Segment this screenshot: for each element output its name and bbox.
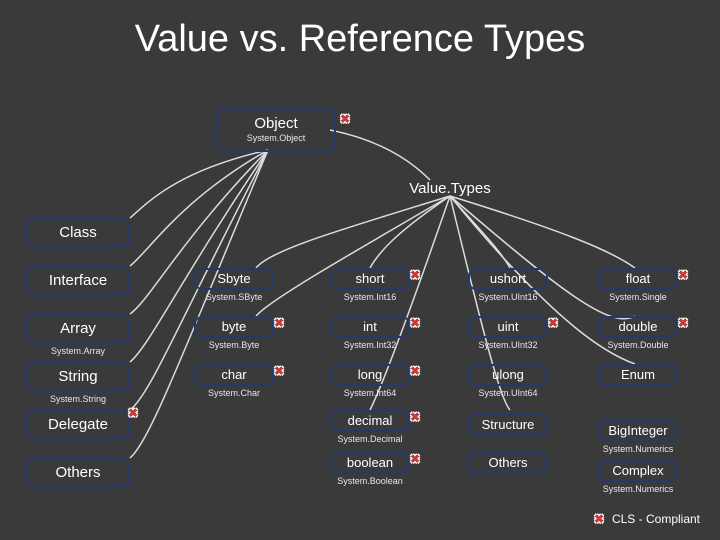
node-string: String bbox=[26, 362, 130, 392]
node-complex: Complex bbox=[598, 460, 678, 482]
node-others-ref: Others bbox=[26, 458, 130, 488]
node-sbyte-system: System.SByte bbox=[194, 292, 274, 302]
node-short: short bbox=[330, 268, 410, 290]
node-enum: Enum bbox=[598, 364, 678, 386]
node-ulong: ulong bbox=[468, 364, 548, 386]
cross-icon: ✖ bbox=[126, 406, 140, 420]
cross-icon: ✖ bbox=[546, 316, 560, 330]
node-class: Class bbox=[26, 218, 130, 248]
node-char-system: System.Char bbox=[194, 388, 274, 398]
node-sbyte: Sbyte bbox=[194, 268, 274, 290]
node-ushort: ushort bbox=[468, 268, 548, 290]
node-array: Array bbox=[26, 314, 130, 344]
node-object-name: Object bbox=[254, 116, 297, 133]
node-float: float bbox=[598, 268, 678, 290]
node-structure: Structure bbox=[468, 414, 548, 436]
node-short-system: System.Int16 bbox=[330, 292, 410, 302]
cross-icon: ✖ bbox=[408, 364, 422, 378]
node-object: Object System.Object bbox=[216, 108, 336, 152]
cross-icon: ✖ bbox=[408, 268, 422, 282]
node-delegate: Delegate bbox=[26, 410, 130, 440]
node-array-system: System.Array bbox=[26, 346, 130, 356]
node-biginteger: BigInteger bbox=[598, 420, 678, 442]
value-types-header: Value.Types bbox=[360, 180, 540, 197]
node-double-system: System.Double bbox=[598, 340, 678, 350]
node-uint: uint bbox=[468, 316, 548, 338]
node-uint-system: System.UInt32 bbox=[468, 340, 548, 350]
node-biginteger-system: System.Numerics bbox=[598, 444, 678, 454]
cross-icon: ✖ bbox=[408, 410, 422, 424]
node-ushort-system: System.UInt16 bbox=[468, 292, 548, 302]
legend: ✖ CLS - Compliant bbox=[592, 512, 700, 526]
node-others-val: Others bbox=[468, 452, 548, 474]
node-byte: byte bbox=[194, 316, 274, 338]
cross-icon: ✖ bbox=[338, 112, 352, 126]
cross-icon: ✖ bbox=[408, 452, 422, 466]
cross-icon: ✖ bbox=[272, 364, 286, 378]
node-boolean: boolean bbox=[330, 452, 410, 474]
cross-icon: ✖ bbox=[676, 316, 690, 330]
cross-icon: ✖ bbox=[408, 316, 422, 330]
node-long-system: System.Int64 bbox=[330, 388, 410, 398]
slide-title: Value vs. Reference Types bbox=[0, 18, 720, 61]
node-float-system: System.Single bbox=[598, 292, 678, 302]
node-decimal-system: System.Decimal bbox=[330, 434, 410, 444]
node-double: double bbox=[598, 316, 678, 338]
cross-icon: ✖ bbox=[676, 268, 690, 282]
node-interface: Interface bbox=[26, 266, 130, 296]
node-int-system: System.Int32 bbox=[330, 340, 410, 350]
node-object-system: System.Object bbox=[247, 134, 306, 144]
node-char: char bbox=[194, 364, 274, 386]
cross-icon: ✖ bbox=[592, 512, 606, 526]
node-complex-system: System.Numerics bbox=[598, 484, 678, 494]
legend-label: CLS - Compliant bbox=[612, 512, 700, 526]
node-byte-system: System.Byte bbox=[194, 340, 274, 350]
node-string-system: System.String bbox=[26, 394, 130, 404]
node-decimal: decimal bbox=[330, 410, 410, 432]
node-ulong-system: System.UInt64 bbox=[468, 388, 548, 398]
cross-icon: ✖ bbox=[272, 316, 286, 330]
node-boolean-system: System.Boolean bbox=[330, 476, 410, 486]
node-int: int bbox=[330, 316, 410, 338]
node-long: long bbox=[330, 364, 410, 386]
